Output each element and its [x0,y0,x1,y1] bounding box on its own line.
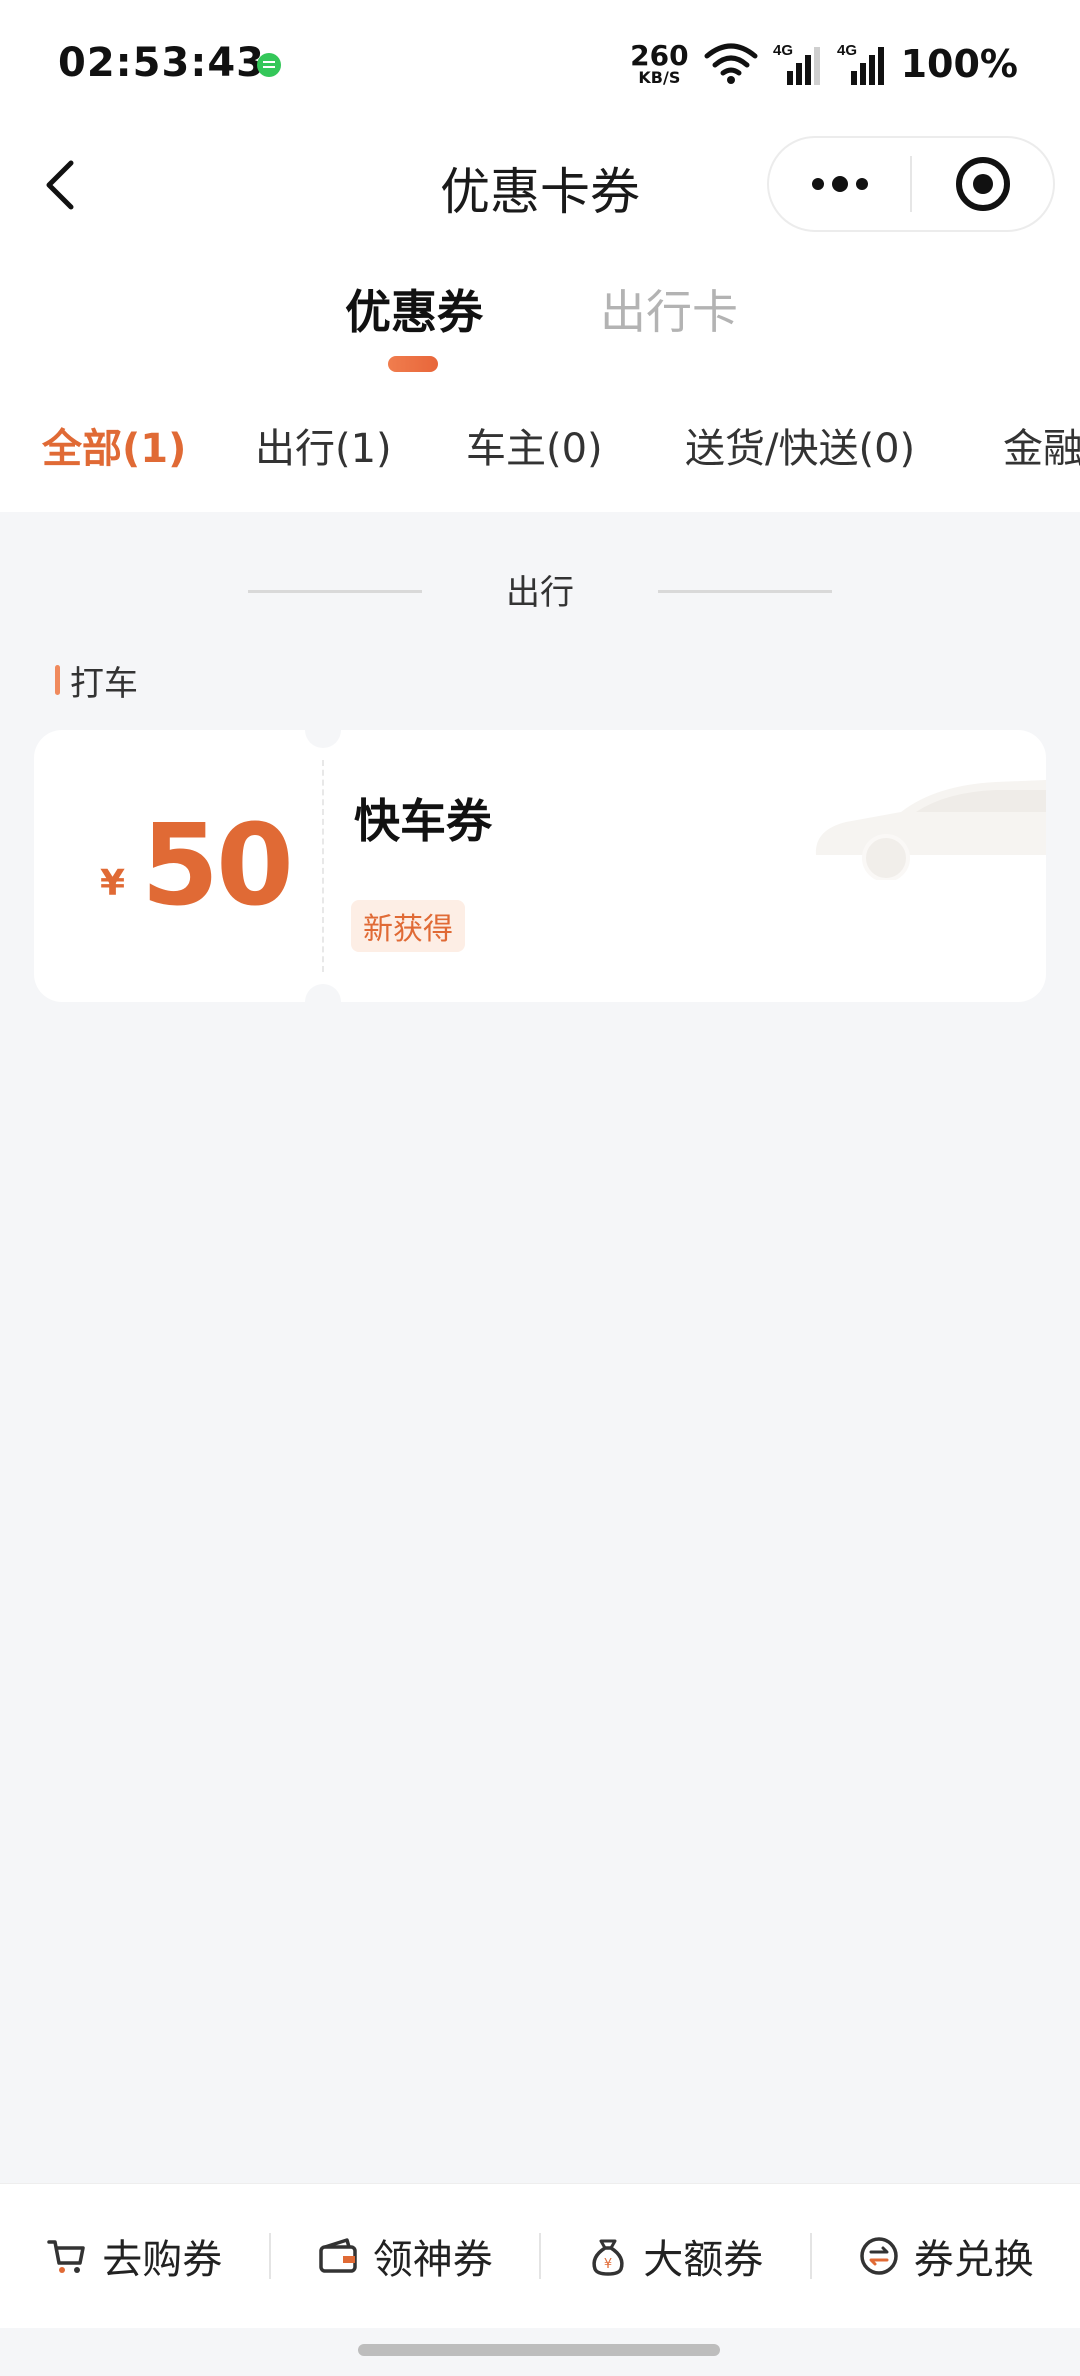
claim-coupons-label: 领神券 [372,2237,493,2283]
tab-travel-cards[interactable]: 出行卡 [600,276,738,342]
coupon-amount: ¥ 50 [100,801,294,931]
miniprogram-capsule [767,136,1055,232]
cellular-signal-icon: 4G [773,42,820,85]
coupon-currency: ¥ [100,863,126,904]
section-title: 出行 [506,573,574,613]
network-speed-value: 260 [630,39,689,72]
new-badge: 新获得 [351,900,465,952]
active-tab-indicator [388,356,438,372]
main-tabs: 优惠券 出行卡 [0,276,1080,376]
claim-coupons-button[interactable]: 领神券 [271,2184,540,2328]
exchange-icon [860,2237,898,2275]
wifi-icon [704,43,758,84]
network-speed: 260 KB/S [630,42,688,86]
buy-coupons-button[interactable]: 去购券 [0,2184,269,2328]
tab-coupons[interactable]: 优惠券 [345,276,483,342]
coupon-perforation [322,760,324,972]
more-icon [811,176,868,192]
category-tab-finance[interactable]: 金融 [1003,416,1080,474]
category-tabs: 全部(1) 出行(1) 车主(0) 送货/快送(0) 金融 [0,406,1080,486]
category-tab-all[interactable]: 全部(1) [42,416,186,474]
coupon-page: 02:53:43 260 KB/S 4G 4G 100% 优惠卡券 优惠券 出行… [0,0,1080,2376]
subsection-header: 打车 [55,655,138,705]
more-button[interactable] [769,138,910,230]
status-time: 02:53:43 [58,40,265,86]
category-tab-travel[interactable]: 出行(1) [255,416,392,474]
redeem-coupons-label: 券兑换 [913,2237,1034,2283]
category-tab-delivery[interactable]: 送货/快送(0) [685,416,915,474]
cart-icon [47,2240,85,2273]
large-coupons-label: 大额券 [643,2237,764,2283]
category-tab-car-owner[interactable]: 车主(0) [466,416,603,474]
home-indicator[interactable] [358,2344,720,2356]
network-speed-unit: KB/S [638,68,681,87]
subsection-marker [55,665,60,695]
network-type-label: 4G [773,42,793,59]
network-type-label-2: 4G [837,42,857,59]
svg-text:¥: ¥ [604,2257,612,2272]
redeem-coupons-button[interactable]: 券兑换 [812,2184,1080,2328]
coupon-value: 50 [141,801,294,931]
buy-coupons-label: 去购券 [102,2237,223,2283]
section-divider-right [658,590,832,593]
close-miniprogram-button[interactable] [912,138,1053,230]
money-bag-icon: ¥ [592,2239,624,2276]
message-notification-icon [257,53,281,77]
wallet-icon [319,2238,357,2273]
coupon-name: 快车券 [354,794,492,848]
car-icon [815,780,1046,880]
battery-level: 100% [900,42,1018,86]
back-icon [46,160,74,210]
page-title: 优惠卡券 [440,163,640,221]
status-bar: 02:53:43 260 KB/S 4G 4G 100% [0,0,1080,130]
coupon-notch-top [305,730,341,748]
subsection-label: 打车 [70,663,138,704]
bottom-action-bar: 去购券 领神券 ¥ 大额券 券兑换 [0,2183,1080,2328]
coupon-card[interactable]: ¥ 50 快车券 新获得 [34,730,1046,1002]
section-divider-left [248,590,422,593]
large-coupons-button[interactable]: ¥ 大额券 [541,2184,810,2328]
status-indicators: 260 KB/S 4G 4G 100% [630,36,1018,92]
back-button[interactable] [30,150,90,220]
cellular-signal-icon-2: 4G [837,42,884,85]
target-icon [955,157,1010,211]
coupon-notch-bottom [305,984,341,1002]
